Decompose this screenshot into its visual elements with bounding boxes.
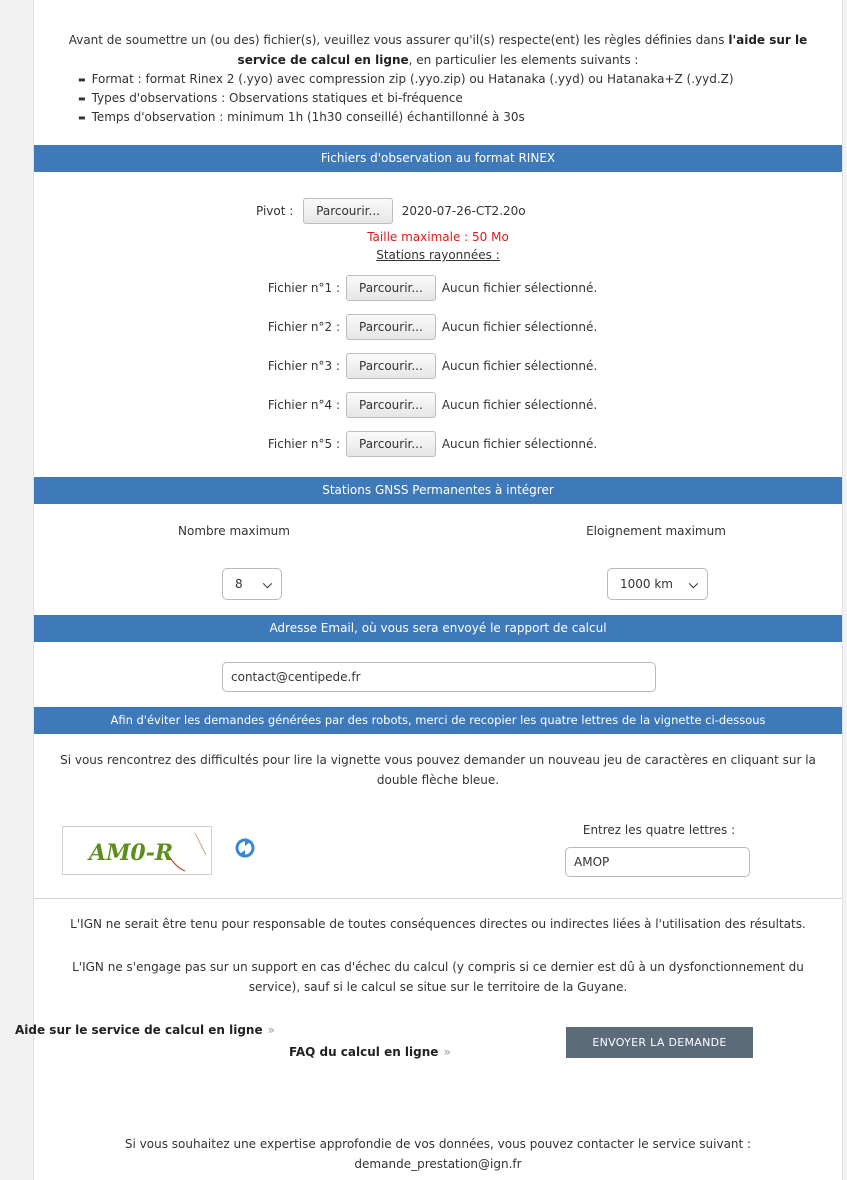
file-label: Fichier n°1 : — [267, 281, 340, 295]
captcha-section-header: Afin d'éviter les demandes générées par … — [34, 707, 842, 734]
rules-list: Format : format Rinex 2 (.yyo) avec comp… — [48, 70, 828, 127]
intro-text-after: , en particulier les elements suivants : — [408, 53, 639, 67]
disclaimer-line-1: L'IGN ne serait être tenu pour responsab… — [70, 917, 806, 931]
email-section-header: Adresse Email, où vous sera envoyé le ra… — [34, 615, 842, 642]
file-row-3: Fichier n°3 : Parcourir... Aucun fichier s… — [252, 352, 597, 380]
stations-title: Stations rayonnées : — [376, 248, 500, 262]
file-2-browse-button[interactable]: Parcourir... — [346, 314, 436, 340]
footer-text: Si vous souhaitez une expertise approfon… — [44, 1134, 832, 1174]
pivot-browse-button[interactable]: Parcourir... — [303, 198, 393, 224]
file-label: Fichier n°4 : — [267, 398, 340, 412]
gnss-section-header: Stations GNSS Permanentes à intégrer — [34, 477, 842, 504]
file-row-4: Fichier n°4 : Parcourir... Aucun fichier s… — [252, 391, 597, 419]
intro-text: Avant de soumettre un (ou des) fichier(s… — [48, 30, 828, 70]
file-label: Fichier n°5 : — [267, 437, 340, 451]
max-count-select[interactable]: 8 ⌵ — [222, 568, 282, 600]
pivot-row: Pivot : Parcourir... 2020-07-26-CT2.20o — [256, 197, 526, 225]
captcha-graphic: AM0-R — [87, 832, 207, 872]
file-3-browse-button[interactable]: Parcourir... — [346, 353, 436, 379]
intro-section: Avant de soumettre un (ou des) fichier(s… — [34, 0, 842, 127]
footer-description: Si vous souhaitez une expertise approfon… — [124, 1137, 752, 1151]
file-status: Aucun fichier sélectionné. — [441, 398, 598, 412]
help-link[interactable]: Aide sur le service de calcul en ligne » — [15, 1023, 275, 1037]
file-5-browse-button[interactable]: Parcourir... — [346, 431, 436, 457]
chevron-down-icon: ⌵ — [688, 577, 698, 591]
captcha-help-text: Si vous rencontrez des difficultés pour … — [60, 753, 816, 787]
intro-text-before: Avant de soumettre un (ou des) fichier(s… — [68, 33, 729, 47]
max-distance-value: 1000 km — [620, 577, 673, 591]
captcha-input-label: Entrez les quatre lettres : — [582, 823, 736, 837]
email-field[interactable]: contact@centipede.fr — [222, 662, 656, 692]
rinex-section-header: Fichiers d'observation au format RINEX — [34, 145, 842, 172]
rule-format: Format : format Rinex 2 (.yyo) avec comp… — [78, 70, 828, 89]
contact-email[interactable]: demande_prestation@ign.fr — [44, 1154, 832, 1174]
file-4-browse-button[interactable]: Parcourir... — [346, 392, 436, 418]
captcha-letters: AM0-R — [87, 840, 173, 866]
max-count-label: Nombre maximum — [178, 524, 290, 538]
file-status: Aucun fichier sélectionné. — [441, 281, 598, 295]
file-row-1: Fichier n°1 : Parcourir... Aucun fichier s… — [252, 274, 597, 302]
main-panel: Avant de soumettre un (ou des) fichier(s… — [15, 0, 843, 1180]
file-row-5: Fichier n°5 : Parcourir... Aucun fichier s… — [252, 430, 597, 458]
faq-link[interactable]: FAQ du calcul en ligne » — [289, 1045, 451, 1059]
submit-button[interactable]: ENVOYER LA DEMANDE — [566, 1027, 753, 1058]
file-label: Fichier n°3 : — [267, 359, 340, 373]
captcha-input[interactable]: AMOP — [565, 847, 750, 877]
rule-observation-types: Types d'observations : Observations stat… — [78, 89, 828, 108]
file-row-2: Fichier n°2 : Parcourir... Aucun fichier s… — [252, 313, 597, 341]
file-1-browse-button[interactable]: Parcourir... — [346, 275, 436, 301]
captcha-image: AM0-R — [62, 826, 212, 875]
max-distance-select[interactable]: 1000 km ⌵ — [607, 568, 708, 600]
help-link-label: Aide sur le service de calcul en ligne — [15, 1023, 263, 1037]
file-label: Fichier n°2 : — [267, 320, 340, 334]
rule-observation-time: Temps d'observation : minimum 1h (1h30 c… — [78, 108, 828, 127]
divider — [34, 898, 842, 899]
file-status: Aucun fichier sélectionné. — [441, 320, 598, 334]
chevron-down-icon: ⌵ — [262, 577, 272, 591]
max-count-value: 8 — [235, 577, 243, 591]
faq-link-label: FAQ du calcul en ligne — [289, 1045, 439, 1059]
chevron-right-icon: » — [443, 1045, 451, 1059]
refresh-icon[interactable] — [234, 837, 256, 859]
file-status: Aucun fichier sélectionné. — [441, 359, 598, 373]
max-distance-label: Eloignement maximum — [586, 524, 726, 538]
file-status: Aucun fichier sélectionné. — [441, 437, 598, 451]
pivot-label: Pivot : — [256, 204, 294, 218]
disclaimer-line-2: L'IGN ne s'engage pas sur un support en … — [72, 960, 804, 994]
max-size-warning: Taille maximale : 50 Mo — [367, 230, 509, 244]
pivot-file-name: 2020-07-26-CT2.20o — [401, 204, 526, 218]
chevron-right-icon: » — [267, 1023, 275, 1037]
